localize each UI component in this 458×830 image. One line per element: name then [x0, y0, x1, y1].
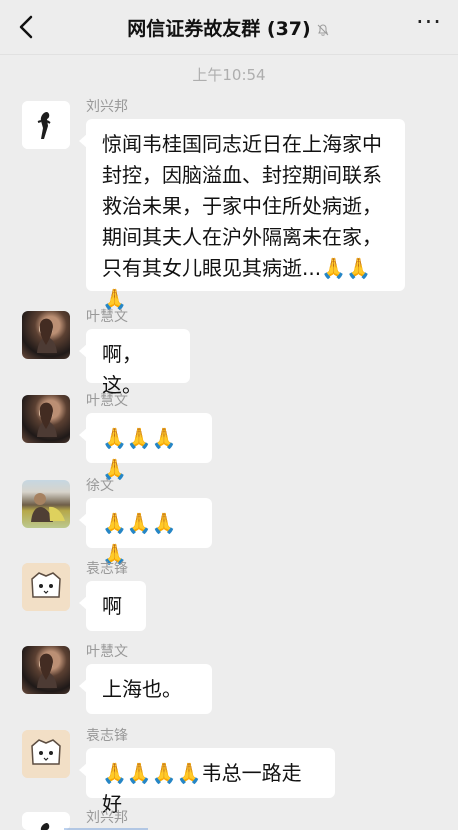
chat-screen: 网信证券故友群 (37) ··· 上午10:54 刘兴邦 惊闻韦桂国同志近日在上…: [0, 0, 458, 830]
portrait-image-icon: [37, 318, 57, 353]
portrait-image-icon: [37, 653, 57, 688]
message-bubble[interactable]: 惊闻韦桂国同志近日在上海家中封控，因脑溢血、封控期间联系救治未果，于家中住所处病…: [79, 119, 405, 311]
more-options-button[interactable]: ···: [410, 10, 448, 39]
avatar[interactable]: [22, 480, 70, 528]
sender-name: 叶慧文: [86, 644, 128, 660]
sender-name: 袁志锋: [86, 561, 128, 577]
sender-name: 徐文: [86, 478, 114, 494]
sender-name: 刘兴邦: [86, 99, 128, 115]
cat-mask-icon: [22, 730, 70, 778]
avatar[interactable]: [22, 646, 70, 694]
chat-title: 网信证券故友群 (37): [127, 18, 311, 40]
sender-name: 袁志锋: [86, 728, 128, 744]
portrait-image-icon: [31, 493, 65, 522]
message-bubble[interactable]: 啊，这。: [79, 329, 190, 397]
cat-mask-icon: [22, 563, 70, 611]
message-bubble[interactable]: 🙏🙏🙏🙏: [79, 413, 212, 481]
portrait-image-icon: [37, 402, 57, 437]
message-timestamp: 上午10:54: [192, 66, 266, 84]
avatar[interactable]: [22, 395, 70, 443]
chat-title-container: 网信证券故友群 (37): [0, 14, 458, 41]
avatar[interactable]: [22, 812, 70, 830]
person-silhouette-icon: [22, 101, 70, 149]
message-bubble[interactable]: 上海也。: [79, 664, 212, 714]
chat-header: 网信证券故友群 (37) ···: [0, 0, 458, 55]
message-bubble[interactable]: 🙏🙏🙏🙏韦总一路走好: [79, 748, 335, 816]
avatar[interactable]: [22, 730, 70, 778]
sender-name: 叶慧文: [86, 393, 128, 409]
message-bubble[interactable]: 啊: [79, 581, 146, 631]
message-bubble[interactable]: 🙏🙏🙏🙏: [79, 498, 212, 566]
sender-name: 刘兴邦: [86, 810, 128, 826]
avatar[interactable]: [22, 563, 70, 611]
avatar[interactable]: [22, 101, 70, 149]
bell-slash-icon: [317, 23, 329, 36]
avatar[interactable]: [22, 311, 70, 359]
sender-name: 叶慧文: [86, 309, 128, 325]
person-silhouette-icon: [22, 812, 70, 830]
